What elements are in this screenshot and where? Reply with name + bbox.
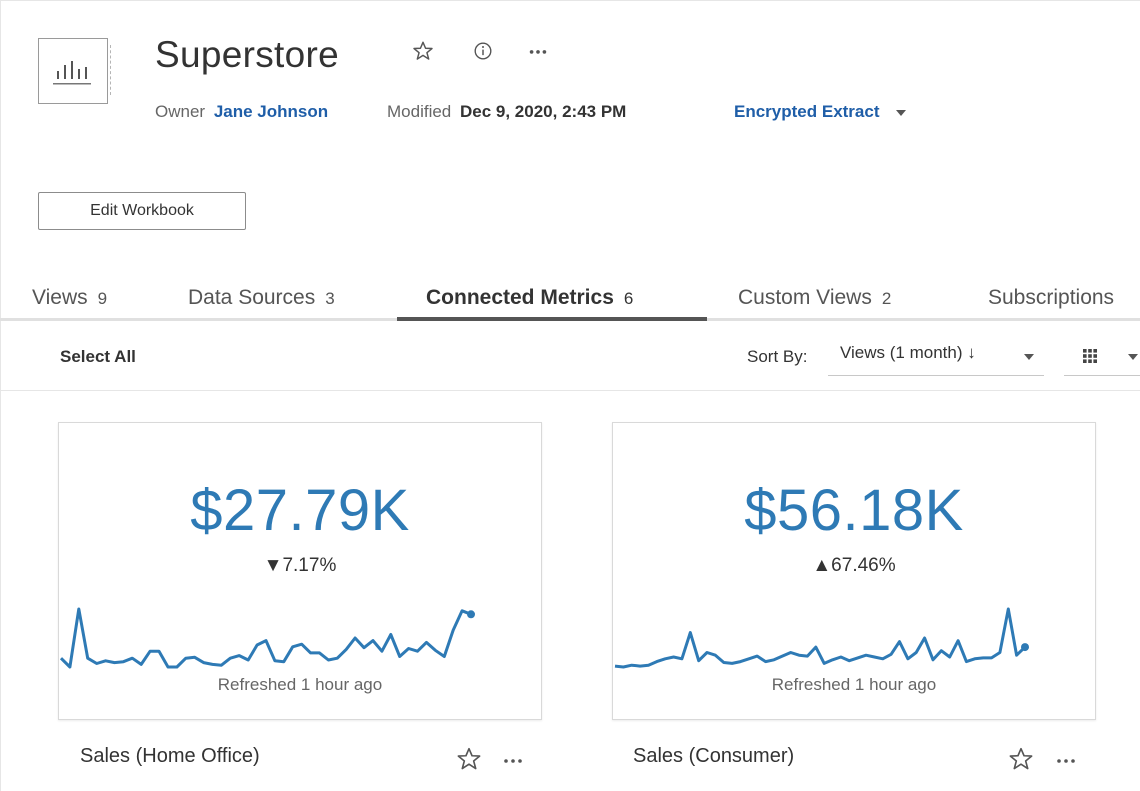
sort-select[interactable]: Views (1 month) ↓ [828, 338, 1044, 376]
grid-icon[interactable] [1082, 348, 1098, 364]
metric-change: ▲67.46% [812, 555, 896, 576]
chevron-down-icon[interactable] [896, 109, 907, 116]
metric-name[interactable]: Sales (Consumer) [633, 745, 794, 768]
extract-label[interactable]: Encrypted Extract [734, 102, 880, 121]
tab-custom-views[interactable]: Custom Views 2 [738, 286, 891, 310]
tab-label: Connected Metrics [426, 286, 614, 309]
tab-data-sources[interactable]: Data Sources 3 [188, 286, 335, 310]
edit-workbook-button[interactable]: Edit Workbook [38, 192, 246, 230]
metric-name[interactable]: Sales (Home Office) [80, 745, 260, 768]
modified-meta: Modified Dec 9, 2020, 2:43 PM [387, 102, 626, 122]
sort-by-label: Sort By: [747, 347, 808, 366]
more-icon[interactable] [501, 746, 525, 777]
sparkline-chart [59, 607, 475, 669]
metric-card[interactable]: $27.79K ▼7.17% Refreshed 1 hour ago [58, 422, 542, 720]
more-icon[interactable] [527, 40, 549, 67]
refreshed-text: Refreshed 1 hour ago [217, 675, 383, 694]
frame-border-left [0, 0, 1, 791]
metric-value: $56.18K [744, 478, 964, 543]
tab-count: 3 [325, 289, 335, 308]
select-all-button[interactable]: Select All [60, 347, 136, 367]
view-mode-select[interactable] [1064, 338, 1140, 376]
active-tab-indicator [397, 317, 707, 321]
extract-dropdown[interactable]: Encrypted Extract [734, 102, 907, 122]
metric-card[interactable]: $56.18K ▲67.46% Refreshed 1 hour ago [612, 422, 1096, 720]
more-icon[interactable] [1054, 746, 1078, 777]
tab-subscriptions[interactable]: Subscriptions [988, 286, 1114, 310]
toolbar-divider [0, 390, 1140, 391]
sparkline-series [59, 607, 472, 669]
star-icon[interactable] [456, 746, 482, 777]
metric-value: $27.79K [190, 478, 410, 543]
owner-label: Owner [155, 102, 206, 121]
chevron-down-icon[interactable] [1128, 354, 1138, 360]
star-icon[interactable] [1008, 746, 1034, 777]
tab-views[interactable]: Views 9 [32, 286, 107, 310]
info-icon[interactable] [472, 40, 494, 67]
star-icon[interactable] [412, 40, 434, 67]
modified-label: Modified [387, 102, 452, 121]
tab-count: 6 [623, 289, 634, 308]
tab-label: Views [32, 286, 88, 309]
tab-count: 9 [97, 289, 108, 308]
frame-border-top [0, 0, 1140, 1]
tab-label: Custom Views [738, 286, 872, 309]
tab-label: Subscriptions [988, 286, 1115, 309]
refreshed-text: Refreshed 1 hour ago [771, 675, 937, 694]
sparkline-last-point [467, 610, 475, 619]
tab-count: 2 [881, 289, 892, 308]
tab-connected-metrics[interactable]: Connected Metrics 6 [426, 286, 633, 310]
sparkline-last-point [1021, 643, 1029, 652]
owner-link[interactable]: Jane Johnson [214, 102, 328, 121]
metric-change: ▼7.17% [263, 555, 337, 576]
owner-meta: Owner Jane Johnson [155, 102, 328, 122]
page-title: Superstore [155, 34, 339, 75]
sparkline-series [614, 607, 1027, 669]
workbook-icon [38, 38, 111, 104]
tab-label: Data Sources [188, 286, 316, 309]
sparkline-chart [614, 607, 1029, 669]
chevron-down-icon[interactable] [1024, 354, 1034, 360]
modified-value: Dec 9, 2020, 2:43 PM [460, 102, 627, 121]
sort-value: Views (1 month) ↓ [840, 343, 976, 362]
